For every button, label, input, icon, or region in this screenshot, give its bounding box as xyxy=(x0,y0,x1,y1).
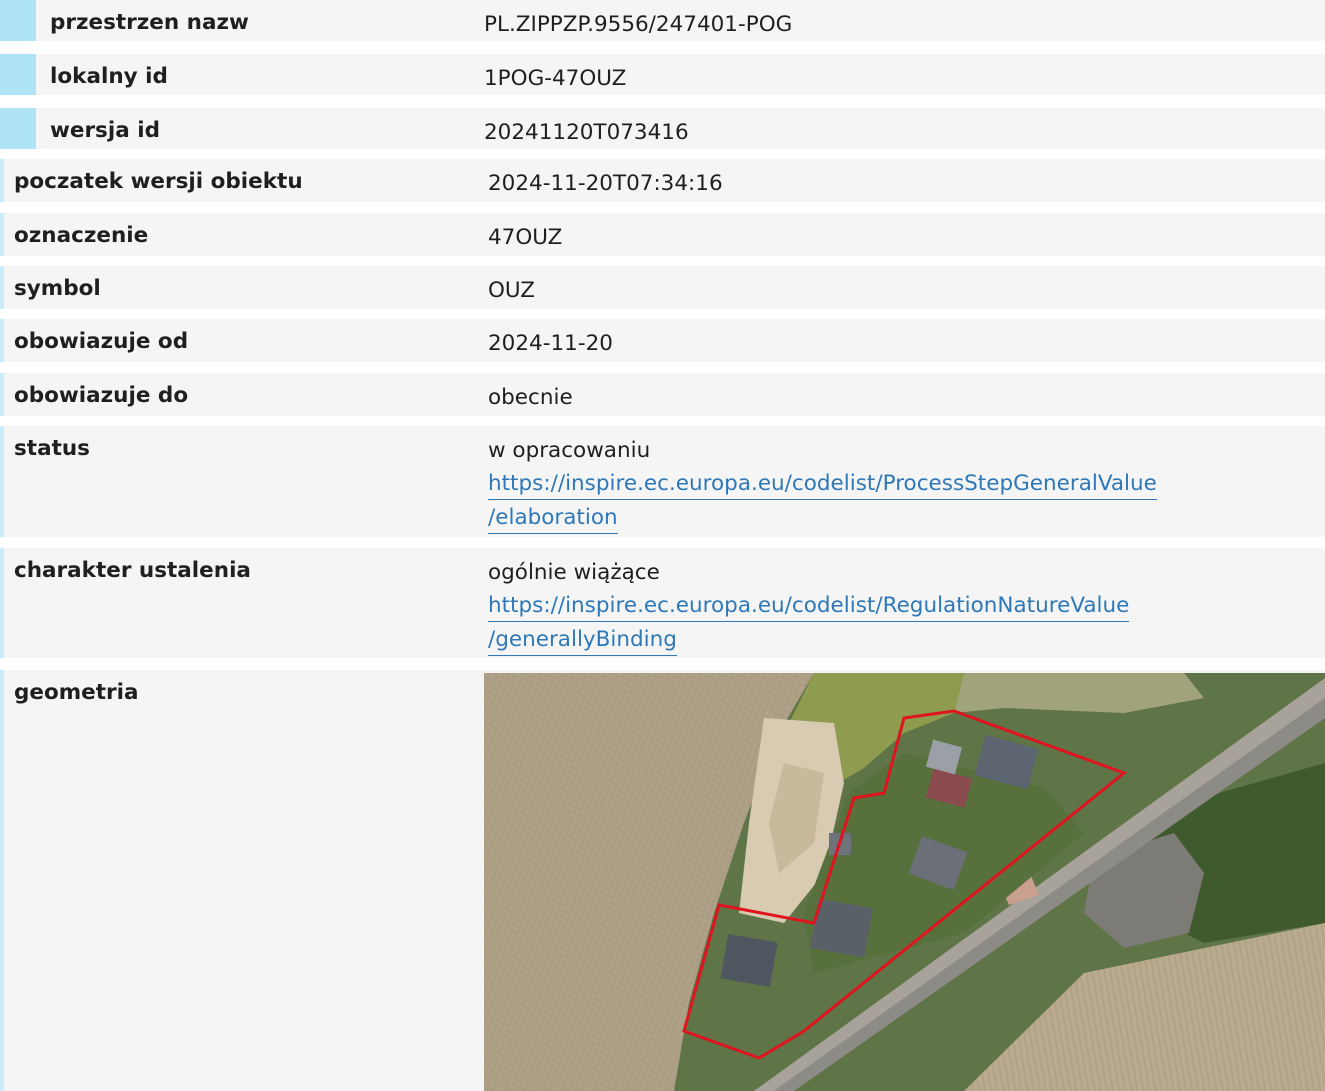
attribute-value: ogólnie wiążące https://inspire.ec.europ… xyxy=(488,556,1319,657)
attribute-label: status xyxy=(14,436,90,461)
attribute-label: charakter ustalenia xyxy=(14,558,251,583)
regulation-codelist-link[interactable]: https://inspire.ec.europa.eu/codelist/Re… xyxy=(488,591,1130,622)
status-codelist-link[interactable]: https://inspire.ec.europa.eu/codelist/Pr… xyxy=(488,469,1157,500)
sub-attribute-marker xyxy=(0,0,36,41)
status-codelist-link-suffix[interactable]: /elaboration xyxy=(488,503,618,534)
regulation-text: ogólnie wiążące xyxy=(488,560,660,585)
attribute-label: geometria xyxy=(14,680,139,705)
attribute-label: lokalny id xyxy=(50,64,168,89)
attribute-row-symbol: symbol OUZ xyxy=(0,266,1325,309)
map-building xyxy=(720,934,778,988)
regulation-codelist-link-suffix[interactable]: /generallyBinding xyxy=(488,625,677,656)
attribute-label: obowiazuje od xyxy=(14,329,189,354)
attribute-value: 2024-11-20T07:34:16 xyxy=(488,171,723,196)
attribute-label: poczatek wersji obiektu xyxy=(14,169,303,194)
aerial-map-image[interactable] xyxy=(484,673,1325,1091)
attribute-value: 2024-11-20 xyxy=(488,331,613,356)
attribute-label: przestrzen nazw xyxy=(50,10,249,35)
attribute-row-oznaczenie: oznaczenie 47OUZ xyxy=(0,213,1325,256)
attribute-label: symbol xyxy=(14,276,101,301)
status-text: w opracowaniu xyxy=(488,438,651,463)
attribute-value: w opracowaniu https://inspire.ec.europa.… xyxy=(488,434,1319,535)
attribute-label: oznaczenie xyxy=(14,223,149,248)
attribute-value: PL.ZIPPZP.9556/247401-POG xyxy=(484,12,793,37)
attribute-value: 20241120T073416 xyxy=(484,120,689,145)
attribute-value: OUZ xyxy=(488,278,536,303)
attribute-label: obowiazuje do xyxy=(14,383,189,408)
attribute-value: obecnie xyxy=(488,385,573,410)
attribute-row-status: status w opracowaniu https://inspire.ec.… xyxy=(0,426,1325,537)
sub-attribute-marker xyxy=(0,108,36,149)
attribute-row-przestrzen-nazw: przestrzen nazw PL.ZIPPZP.9556/247401-PO… xyxy=(0,0,1325,41)
sub-attribute-marker xyxy=(0,54,36,95)
attribute-row-lokalny-id: lokalny id 1POG-47OUZ xyxy=(0,54,1325,95)
attribute-label: wersja id xyxy=(50,118,160,143)
attribute-row-wersja-id: wersja id 20241120T073416 xyxy=(0,108,1325,149)
attribute-row-obowiazuje-od: obowiazuje od 2024-11-20 xyxy=(0,319,1325,362)
attribute-row-charakter-ustalenia: charakter ustalenia ogólnie wiążące http… xyxy=(0,548,1325,658)
attribute-value: 1POG-47OUZ xyxy=(484,66,627,91)
attribute-row-obowiazuje-do: obowiazuje do obecnie xyxy=(0,373,1325,416)
attribute-value: 47OUZ xyxy=(488,225,563,250)
attribute-row-poczatek-wersji: poczatek wersji obiektu 2024-11-20T07:34… xyxy=(0,159,1325,202)
